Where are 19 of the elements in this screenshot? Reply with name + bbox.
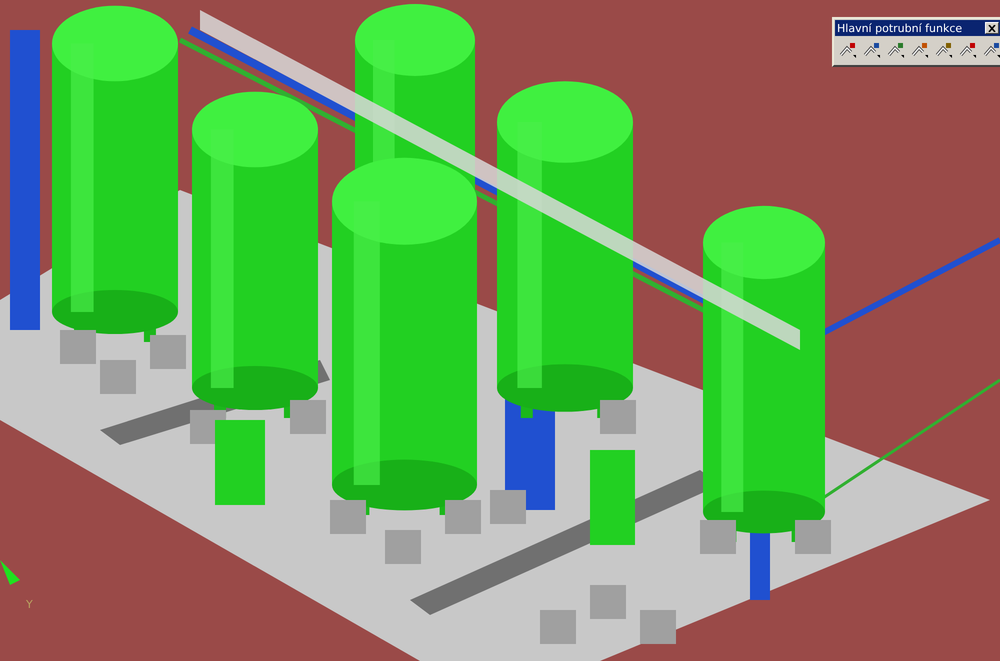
concrete-pedestal	[590, 585, 626, 619]
axis-arrow-icon	[0, 560, 20, 585]
concrete-pedestal	[490, 490, 526, 524]
close-icon	[988, 24, 996, 32]
concrete-pedestal	[330, 500, 366, 534]
concrete-pedestal	[600, 400, 636, 434]
concrete-pedestal	[795, 520, 831, 554]
axis-label: Y	[26, 598, 33, 611]
concrete-pedestal	[540, 610, 576, 644]
concrete-pedestal	[385, 530, 421, 564]
concrete-pedestal	[60, 330, 96, 364]
toolbar-title: Hlavní potrubní funkce	[837, 22, 962, 34]
concrete-pedestal	[100, 360, 136, 394]
concrete-pedestal	[150, 335, 186, 369]
concrete-pedestal	[290, 400, 326, 434]
concrete-pedestal	[445, 500, 481, 534]
close-button[interactable]	[985, 22, 999, 34]
concrete-pedestal	[640, 610, 676, 644]
concrete-pedestal	[700, 520, 736, 554]
